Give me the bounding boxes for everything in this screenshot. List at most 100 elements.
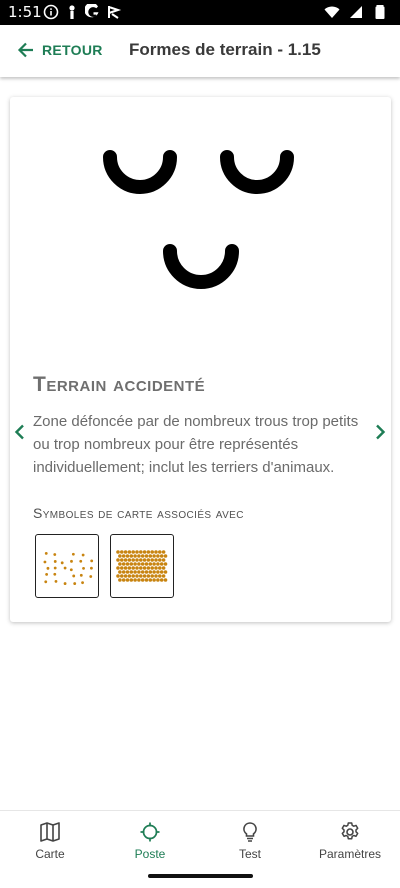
pattern-dot bbox=[146, 550, 151, 554]
pattern-dot bbox=[116, 558, 120, 562]
pattern-dot bbox=[159, 570, 164, 574]
pattern-dot bbox=[123, 550, 128, 554]
gesture-area bbox=[0, 865, 400, 888]
symbol-sparse-dots[interactable] bbox=[35, 534, 99, 598]
pattern-dot bbox=[79, 559, 83, 563]
pattern-dot bbox=[150, 574, 154, 578]
pattern-dot bbox=[137, 554, 141, 558]
pattern-dot bbox=[90, 566, 93, 570]
rough-terrain-illustration bbox=[103, 150, 294, 289]
map-icon bbox=[40, 822, 60, 842]
pattern-dot bbox=[142, 574, 147, 578]
term-card: Terrain accidenté Zone défoncée par de n… bbox=[10, 97, 391, 622]
pattern-dot bbox=[133, 562, 137, 566]
pattern-dot bbox=[142, 558, 147, 562]
pattern-dot bbox=[121, 554, 126, 558]
nav-test[interactable]: Test bbox=[200, 811, 300, 865]
term-description: Zone défoncée par de nombreux trous trop… bbox=[33, 413, 359, 476]
pattern-dot bbox=[53, 572, 57, 576]
hole-symbol bbox=[163, 244, 239, 289]
pattern-dot bbox=[137, 562, 141, 566]
pattern-dot bbox=[159, 562, 164, 566]
pattern-dot bbox=[139, 558, 143, 562]
pattern-dot bbox=[139, 550, 143, 554]
pattern-dot bbox=[118, 562, 122, 566]
flag-icon bbox=[108, 6, 122, 19]
pattern-dot bbox=[63, 582, 67, 585]
nav-label: Test bbox=[238, 847, 261, 861]
pattern-dot bbox=[156, 570, 160, 574]
person-icon bbox=[69, 5, 75, 19]
dotted-sparse-symbol bbox=[43, 551, 94, 585]
pattern-dot bbox=[156, 554, 160, 558]
wifi-icon bbox=[324, 6, 340, 18]
term-title: Terrain accidenté bbox=[33, 373, 206, 396]
pattern-dot bbox=[152, 578, 156, 582]
pattern-dot bbox=[70, 559, 73, 563]
pattern-dot bbox=[127, 550, 132, 554]
pattern-dot bbox=[135, 550, 139, 554]
pattern-dot bbox=[150, 558, 154, 562]
pattern-dot bbox=[163, 562, 168, 566]
pattern-dot bbox=[69, 568, 73, 572]
pattern-dot bbox=[125, 570, 130, 574]
pattern-dot bbox=[148, 562, 153, 566]
gear-icon bbox=[341, 822, 359, 840]
pattern-dot bbox=[118, 570, 122, 574]
pattern-dot bbox=[127, 566, 132, 570]
pattern-dot bbox=[142, 566, 147, 570]
pattern-dot bbox=[154, 558, 158, 562]
pattern-dot bbox=[140, 578, 145, 582]
pattern-dot bbox=[142, 550, 147, 554]
lightbulb-icon bbox=[243, 822, 257, 842]
pattern-dot bbox=[133, 554, 137, 558]
pattern-dot bbox=[53, 553, 57, 556]
symbol-dense-dots[interactable] bbox=[110, 534, 174, 598]
pattern-dot bbox=[127, 574, 132, 578]
pattern-dot bbox=[123, 558, 128, 562]
home-indicator[interactable] bbox=[148, 874, 253, 878]
pattern-dot bbox=[161, 566, 166, 570]
pattern-dot bbox=[135, 574, 139, 578]
pattern-dot bbox=[150, 566, 154, 570]
page-title: Formes de terrain - 1.15 bbox=[129, 40, 321, 59]
chevron-left-icon[interactable] bbox=[10, 422, 30, 442]
pattern-dot bbox=[154, 550, 158, 554]
nav-poste[interactable]: Poste bbox=[100, 811, 200, 865]
pattern-dot bbox=[144, 570, 149, 574]
status-bar: 1:51 bbox=[0, 0, 400, 25]
nav-parametres[interactable]: Paramètres bbox=[300, 811, 400, 865]
pattern-dot bbox=[161, 574, 166, 578]
pattern-dot bbox=[146, 566, 151, 570]
pattern-dot bbox=[156, 578, 160, 582]
pattern-dot bbox=[159, 578, 164, 582]
pattern-dot bbox=[54, 579, 58, 583]
google-g-icon bbox=[85, 4, 99, 18]
pattern-dot bbox=[137, 570, 141, 574]
pattern-dot bbox=[163, 570, 168, 574]
pattern-dot bbox=[154, 566, 158, 570]
pattern-dot bbox=[135, 566, 139, 570]
bottom-navigation: Carte Poste Test Paramètres bbox=[0, 810, 400, 865]
pattern-dot bbox=[137, 578, 141, 582]
info-circle-icon bbox=[43, 4, 59, 20]
pattern-dot bbox=[163, 554, 168, 558]
pattern-dot bbox=[44, 551, 48, 555]
pattern-dot bbox=[46, 566, 50, 570]
pattern-dot bbox=[146, 558, 151, 562]
hole-symbol bbox=[103, 150, 177, 194]
pattern-dot bbox=[158, 550, 162, 554]
nav-carte[interactable]: Carte bbox=[0, 811, 100, 865]
pattern-dot bbox=[148, 554, 153, 558]
chevron-right-icon[interactable] bbox=[370, 422, 390, 442]
pattern-dot bbox=[154, 574, 158, 578]
pattern-dot bbox=[120, 550, 124, 554]
back-button[interactable]: RETOUR bbox=[16, 40, 103, 60]
nav-label: Carte bbox=[35, 847, 65, 861]
pattern-dot bbox=[131, 566, 135, 570]
pattern-dot bbox=[72, 574, 76, 578]
pattern-dot bbox=[156, 562, 160, 566]
pattern-dot bbox=[144, 562, 149, 566]
associated-symbols-title: Symboles de carte associés avec bbox=[33, 505, 244, 521]
pattern-dot bbox=[63, 566, 67, 570]
